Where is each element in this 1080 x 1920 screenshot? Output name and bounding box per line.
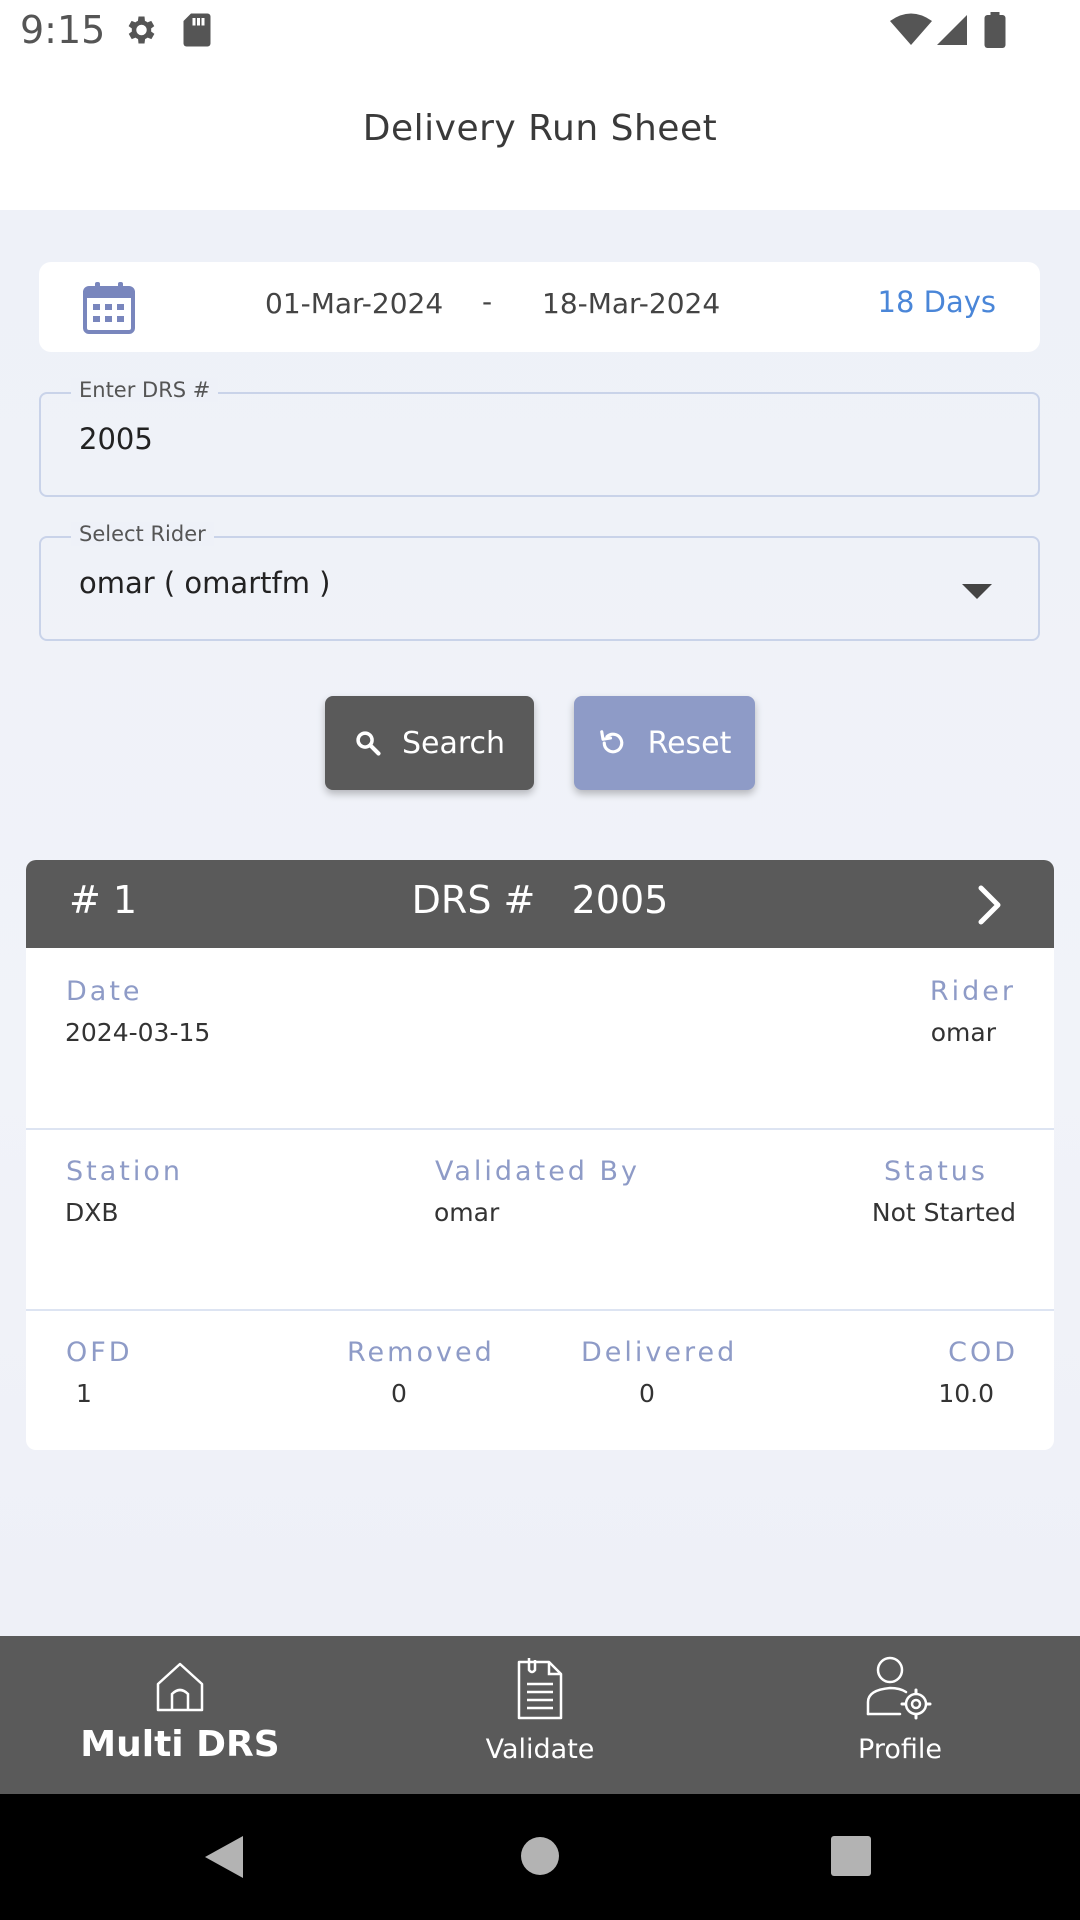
drs-title: DRS # 2005	[411, 878, 669, 922]
nav-item-validate[interactable]: Validate	[360, 1636, 720, 1794]
ofd-value: 1	[76, 1379, 92, 1408]
station-value: DXB	[65, 1198, 119, 1227]
nav-label-validate: Validate	[485, 1734, 595, 1765]
date-from[interactable]: 01-Mar-2024	[265, 287, 443, 320]
date-label: Date	[66, 976, 143, 1007]
status-time: 9:15	[20, 8, 106, 52]
days-count: 18 Days	[877, 285, 997, 319]
nav-item-multi-drs[interactable]: Multi DRS	[0, 1636, 360, 1794]
recents-icon[interactable]	[831, 1836, 871, 1876]
chevron-right-icon[interactable]	[976, 884, 1004, 926]
page-title: Delivery Run Sheet	[362, 108, 718, 149]
system-nav-bar	[0, 1794, 1080, 1920]
calendar-icon[interactable]	[83, 280, 135, 334]
drs-number-field[interactable]: Enter DRS # 2005	[39, 378, 1040, 497]
wifi-icon	[890, 13, 932, 45]
nav-item-profile[interactable]: Profile	[720, 1636, 1080, 1794]
drs-card[interactable]: # 1 DRS # 2005 Date 2024-03-15 Rider oma…	[26, 860, 1054, 1450]
ofd-label: OFD	[66, 1337, 133, 1368]
app-header: Delivery Run Sheet	[0, 62, 1080, 210]
date-value: 2024-03-15	[65, 1018, 211, 1047]
gear-icon	[128, 16, 155, 44]
status-value: Not Started	[871, 1198, 1016, 1227]
main-content: 01-Mar-2024 - 18-Mar-2024 18 Days Enter …	[0, 210, 1080, 1636]
date-to[interactable]: 18-Mar-2024	[542, 287, 720, 320]
signal-icon	[937, 15, 967, 45]
rider-label: Rider	[929, 976, 1016, 1007]
reset-icon	[599, 730, 623, 754]
validated-by-value: omar	[434, 1198, 500, 1227]
reset-button-label: Reset	[647, 725, 732, 761]
chevron-down-icon[interactable]	[962, 584, 992, 599]
cod-label: COD	[948, 1337, 1018, 1368]
home-circle-icon[interactable]	[520, 1836, 560, 1876]
drs-number-input[interactable]: 2005	[79, 422, 153, 456]
rider-value: omar	[930, 1018, 996, 1047]
nav-label-multi-drs: Multi DRS	[80, 1724, 280, 1765]
drs-section-date-rider: Date 2024-03-15 Rider omar	[26, 948, 1054, 1128]
search-icon	[356, 731, 381, 756]
battery-icon	[984, 12, 1006, 48]
removed-label: Removed	[347, 1337, 495, 1368]
rider-select-label: Select Rider	[71, 522, 214, 546]
back-icon[interactable]	[203, 1834, 245, 1880]
station-label: Station	[66, 1156, 183, 1187]
delivered-value: 0	[639, 1379, 655, 1408]
home-icon	[156, 1662, 204, 1712]
drs-card-header[interactable]: # 1 DRS # 2005	[26, 860, 1054, 948]
user-settings-icon	[866, 1656, 932, 1720]
rider-select-value[interactable]: omar ( omartfm )	[79, 566, 330, 600]
drs-section-counts: OFD 1 Removed 0 Delivered 0 COD 10.0	[26, 1311, 1054, 1450]
date-range-card[interactable]: 01-Mar-2024 - 18-Mar-2024 18 Days	[39, 262, 1040, 352]
removed-value: 0	[391, 1379, 407, 1408]
nav-label-profile: Profile	[858, 1734, 942, 1765]
drs-number-label: Enter DRS #	[71, 378, 219, 402]
delivered-label: Delivered	[581, 1337, 738, 1368]
drs-section-station: Station DXB Validated By omar Status Not…	[26, 1130, 1054, 1310]
bottom-nav: Multi DRS Validate Profile	[0, 1636, 1080, 1794]
status-label: Status	[883, 1156, 988, 1187]
document-icon	[517, 1658, 563, 1720]
search-button[interactable]: Search	[325, 696, 534, 790]
reset-button[interactable]: Reset	[574, 696, 755, 790]
rider-select[interactable]: Select Rider omar ( omartfm )	[39, 522, 1040, 641]
sd-card-icon	[183, 13, 211, 47]
date-separator: -	[482, 285, 493, 318]
cod-value: 10.0	[938, 1379, 994, 1408]
search-button-label: Search	[401, 725, 506, 761]
validated-by-label: Validated By	[435, 1156, 641, 1187]
status-bar: 9:15	[0, 0, 1080, 62]
